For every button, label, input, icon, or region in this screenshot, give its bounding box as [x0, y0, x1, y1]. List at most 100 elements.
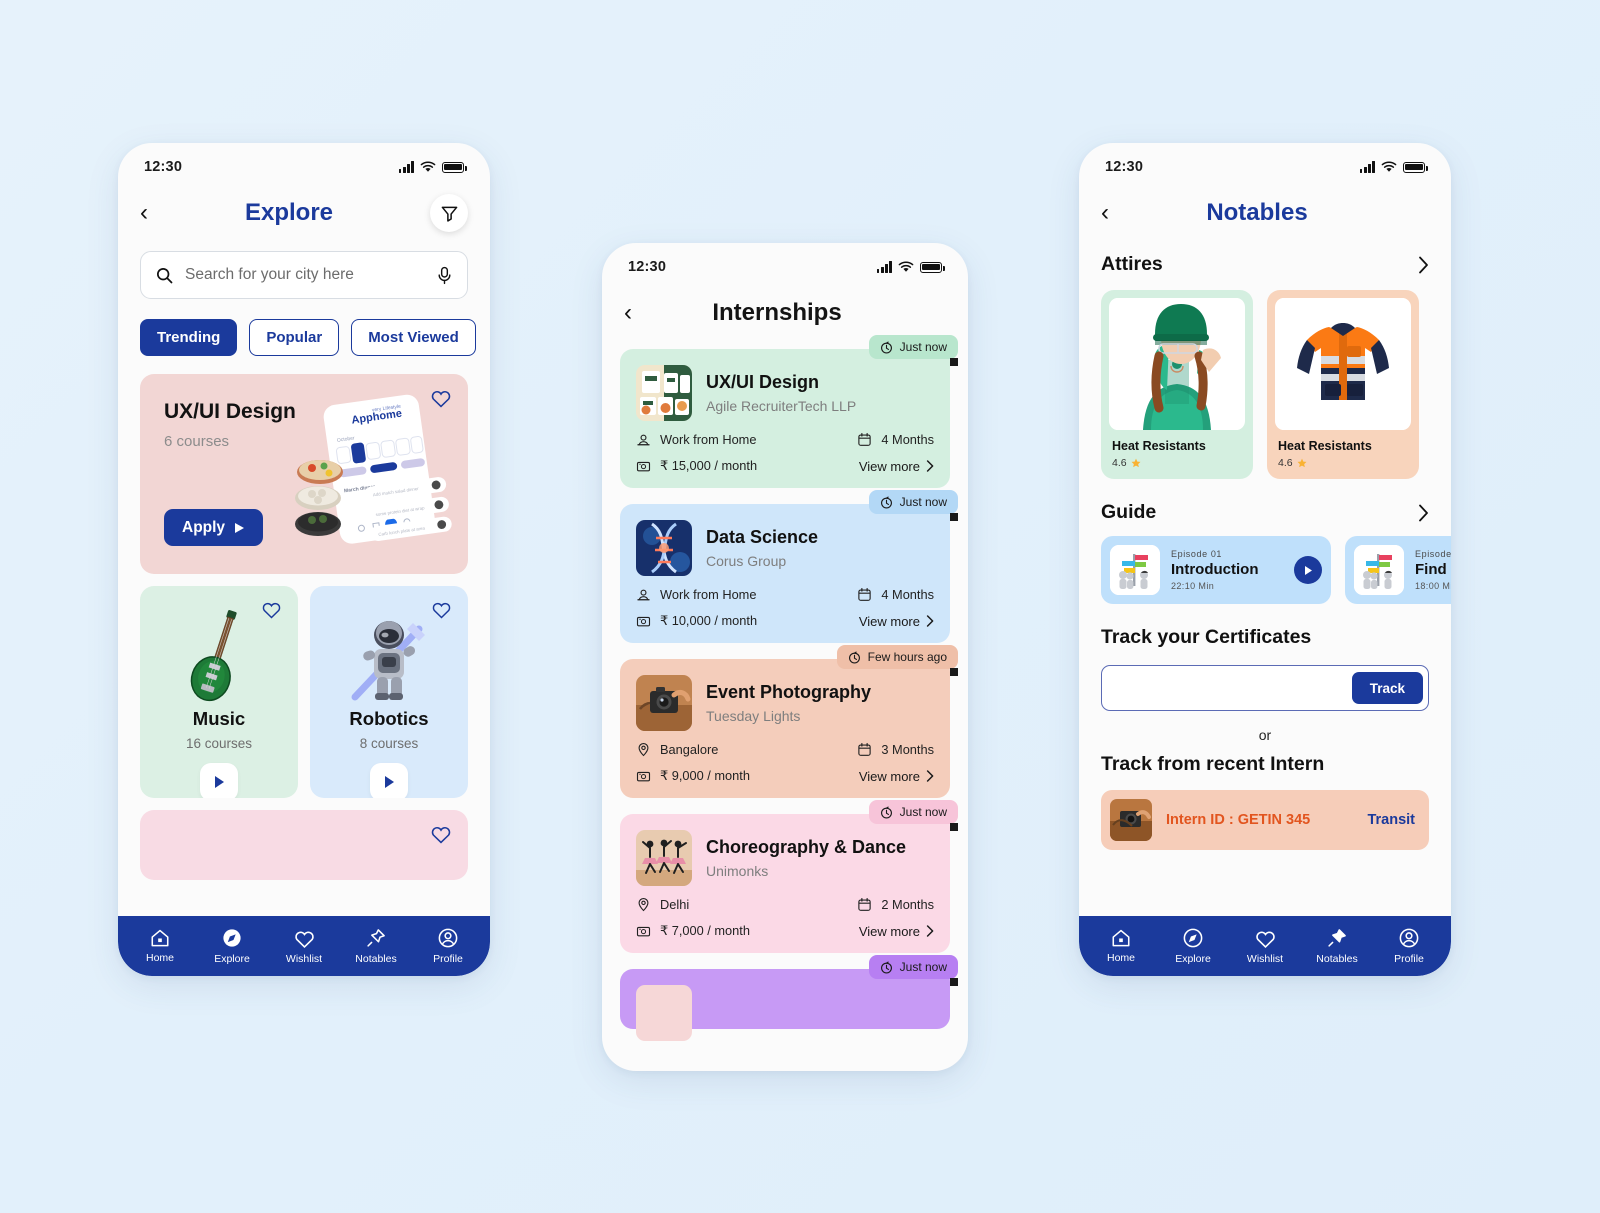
status-bar: 12:30	[602, 243, 968, 283]
chevron-right-icon	[926, 770, 934, 782]
posted-time-badge: Just now	[868, 490, 959, 521]
app-header: ‹ Explore	[118, 183, 490, 239]
badge-label: Just now	[899, 495, 947, 509]
internship-card-partial[interactable]: Just now	[620, 955, 959, 1041]
nav-item-notables[interactable]: Notables	[345, 927, 407, 965]
guide-duration: 22:10 Min	[1171, 581, 1215, 591]
internship-card[interactable]: Just now UX/UI Design Agile RecruiterTec…	[620, 335, 959, 488]
stipend-label: ₹ 15,000 / month	[660, 458, 758, 473]
nav-item-home[interactable]: Home	[1090, 928, 1152, 964]
category-subtitle: 16 courses	[185, 736, 253, 751]
search-input[interactable]	[185, 266, 425, 284]
heart-icon	[294, 930, 314, 948]
play-button[interactable]	[200, 763, 238, 798]
chip-popular[interactable]: Popular	[249, 319, 340, 356]
star-icon	[1131, 458, 1141, 468]
calendar-icon	[858, 587, 872, 601]
posted-time-badge: Few hours ago	[836, 645, 959, 676]
bottom-navigation: Home Explore Wishlist Notables Profile	[1079, 916, 1451, 976]
internship-card[interactable]: Just now Data Science Corus Group Work f…	[620, 490, 959, 643]
internship-duration: 3 Months	[857, 742, 934, 757]
money-icon	[636, 771, 651, 781]
nav-item-wishlist[interactable]: Wishlist	[273, 928, 335, 965]
track-button[interactable]: Track	[1351, 672, 1423, 704]
wishlist-heart-icon[interactable]	[261, 600, 282, 619]
nav-label: Wishlist	[285, 952, 323, 965]
recent-intern-card[interactable]: Intern ID : GETIN 345 Transit	[1101, 790, 1429, 850]
search-section	[118, 239, 490, 299]
rating-value: 4.6	[1278, 457, 1293, 469]
guide-card[interactable]: Episode 01 Introduction 22:10 Min	[1101, 536, 1331, 604]
internship-head: Event Photography Tuesday Lights	[636, 675, 934, 731]
wishlist-heart-icon[interactable]	[431, 600, 452, 619]
attire-card[interactable]: Heat Resistants 4.6	[1101, 290, 1253, 479]
back-button[interactable]: ‹	[1101, 201, 1109, 225]
play-button[interactable]	[370, 763, 408, 798]
wifi-icon	[1381, 161, 1397, 172]
view-more-link[interactable]: View more	[859, 769, 934, 784]
nav-item-wishlist[interactable]: Wishlist	[1234, 928, 1296, 965]
clock-icon	[880, 496, 892, 509]
view-more-label: View more	[858, 768, 920, 784]
nav-item-explore[interactable]: Explore	[1162, 927, 1224, 965]
internship-head: UX/UI Design Agile RecruiterTech LLP	[636, 365, 934, 421]
badge-label: Just now	[899, 960, 947, 974]
nav-item-home[interactable]: Home	[129, 928, 191, 964]
guide-play-button[interactable]	[1294, 556, 1322, 584]
internship-title: Event Photography	[706, 682, 872, 702]
view-more-link[interactable]: View more	[859, 614, 934, 629]
filter-button[interactable]	[430, 194, 468, 232]
recent-intern-title: Track from recent Intern	[1101, 753, 1325, 775]
location-label: Bangalore	[660, 742, 719, 757]
guide-card[interactable]: Episode Find yo 18:00 Mi	[1345, 536, 1451, 604]
category-card-music[interactable]: Music 16 courses	[140, 586, 298, 798]
featured-course-card[interactable]: Apphome very Lifestyle October March din…	[140, 374, 468, 574]
back-button[interactable]: ‹	[140, 201, 148, 225]
internship-card[interactable]: Just now Choreography & Dance Unimonks D…	[620, 800, 959, 953]
internship-card[interactable]: Few hours ago Event Photography Tuesday …	[620, 645, 959, 798]
location-label: Delhi	[660, 897, 690, 912]
track-input-row[interactable]: Track	[1101, 665, 1429, 711]
microphone-icon[interactable]	[436, 266, 453, 285]
status-time: 12:30	[144, 159, 183, 175]
internship-stipend: ₹ 9,000 / month	[636, 768, 750, 784]
internship-duration: 4 Months	[857, 432, 934, 447]
view-more-link[interactable]: View more	[859, 924, 934, 939]
clock-icon	[880, 341, 892, 354]
phone-internships-screen: 12:30 ‹ Internships Just now UX/UI Desig…	[602, 243, 968, 1071]
internship-title: Data Science	[706, 527, 819, 547]
battery-icon	[920, 261, 945, 273]
internship-list: Just now UX/UI Design Agile RecruiterTec…	[602, 335, 968, 1041]
posted-time-badge: Just now	[868, 335, 959, 366]
chip-trending[interactable]: Trending	[140, 319, 238, 356]
track-title: Track your Certificates	[1101, 626, 1312, 648]
partial-course-card[interactable]	[140, 810, 468, 880]
category-card-robotics[interactable]: Robotics 8 courses	[310, 586, 468, 798]
apply-button[interactable]: Apply	[164, 509, 264, 546]
nav-item-explore[interactable]: Explore	[201, 927, 263, 965]
back-button[interactable]: ‹	[624, 301, 632, 325]
internship-thumbnail	[636, 520, 692, 576]
attire-card[interactable]: Heat Resistants 4.6	[1267, 290, 1419, 479]
map-pin-icon	[638, 897, 649, 912]
chevron-right-icon[interactable]	[1418, 256, 1429, 274]
search-bar[interactable]	[140, 251, 468, 299]
attire-image	[1109, 298, 1245, 430]
stipend-label: ₹ 7,000 / month	[660, 923, 750, 938]
certificate-id-input[interactable]	[1116, 680, 1352, 696]
internship-stipend-row: ₹ 7,000 / month View more	[636, 923, 934, 939]
page-title: Internships	[712, 299, 842, 326]
nav-item-notables[interactable]: Notables	[1306, 927, 1368, 965]
chevron-right-icon[interactable]	[1418, 504, 1429, 522]
wishlist-heart-icon[interactable]	[430, 824, 452, 844]
guitar-art	[156, 606, 282, 704]
clock-icon	[880, 961, 892, 974]
view-more-link[interactable]: View more	[859, 459, 934, 474]
internship-thumbnail	[636, 365, 692, 421]
status-bar: 12:30	[1079, 143, 1451, 183]
chip-most-viewed[interactable]: Most Viewed	[351, 319, 476, 356]
nav-item-profile[interactable]: Profile	[1378, 927, 1440, 965]
person-circle-icon	[1399, 928, 1419, 948]
internship-location: Work from Home	[636, 587, 756, 602]
nav-item-profile[interactable]: Profile	[417, 927, 479, 965]
